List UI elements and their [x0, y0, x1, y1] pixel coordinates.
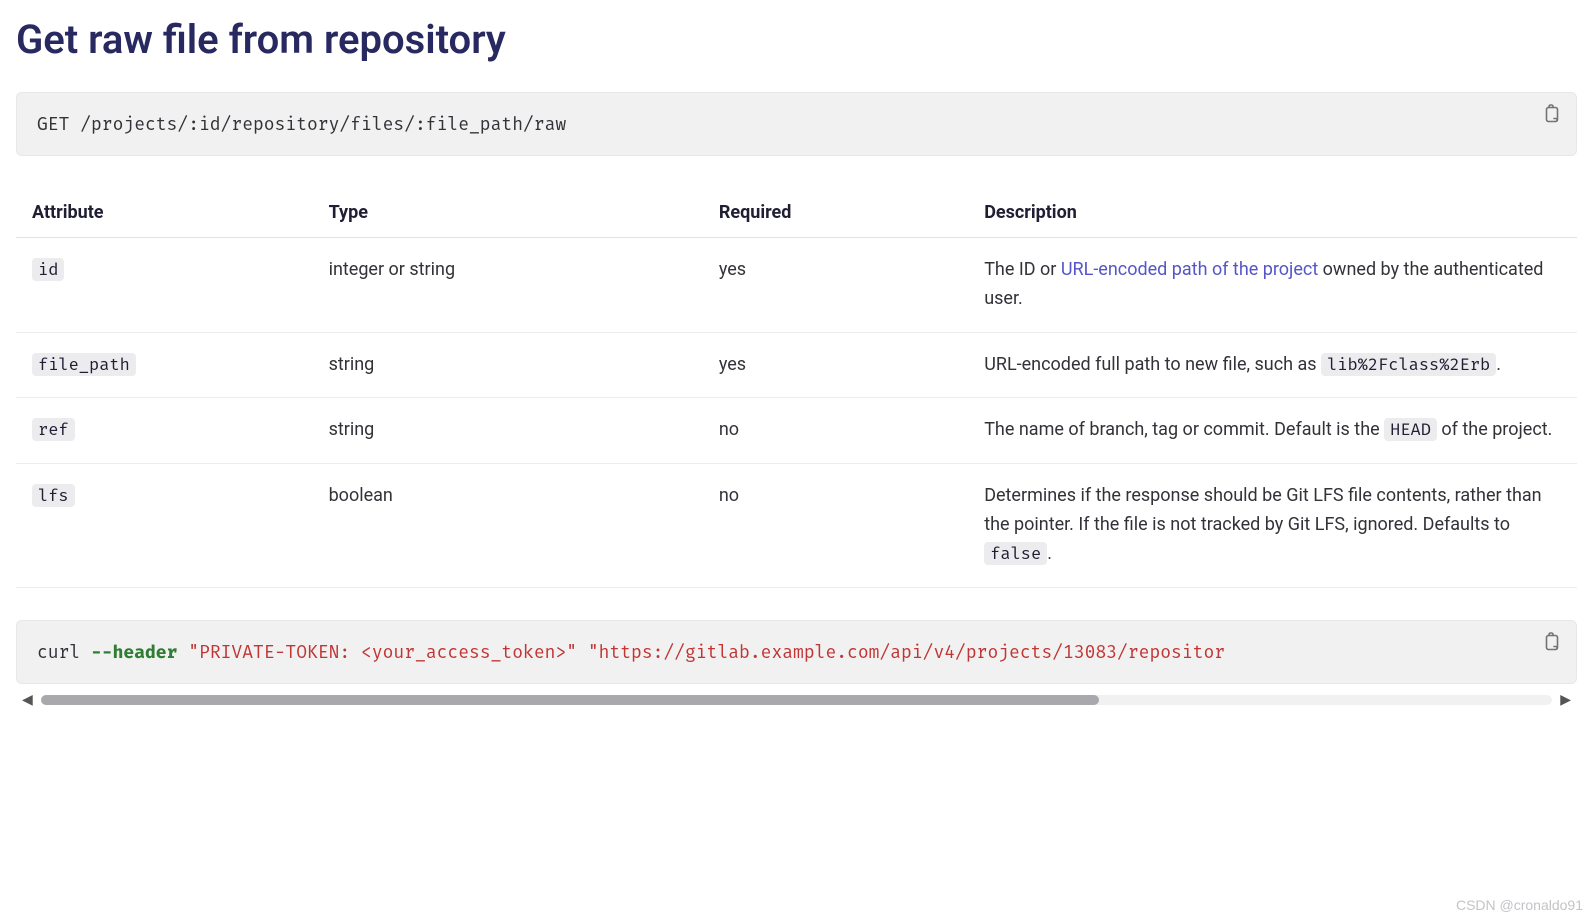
cell-type: string: [313, 332, 703, 398]
cell-description: URL-encoded full path to new file, such …: [968, 332, 1577, 398]
scroll-track[interactable]: [41, 695, 1552, 705]
parameters-table: Attribute Type Required Description id i…: [16, 188, 1577, 588]
scroll-thumb[interactable]: [41, 695, 1099, 705]
header-attribute: Attribute: [16, 188, 313, 238]
desc-code: false: [984, 542, 1047, 565]
desc-code: lib%2Fclass%2Erb: [1321, 353, 1496, 376]
attr-code: lfs: [32, 484, 75, 507]
horizontal-scrollbar[interactable]: ◀ ▶: [16, 692, 1577, 714]
attr-code: ref: [32, 418, 75, 441]
attr-code: id: [32, 258, 64, 281]
curl-code-block: curl --header "PRIVATE-TOKEN: <your_acce…: [16, 620, 1577, 684]
header-required: Required: [703, 188, 968, 238]
cell-description: Determines if the response should be Git…: [968, 464, 1577, 587]
scroll-left-icon: ◀: [22, 692, 33, 708]
url-encoded-path-link[interactable]: URL-encoded path of the project: [1061, 259, 1318, 280]
copy-curl-button[interactable]: [1540, 631, 1562, 653]
endpoint-code-block: GET /projects/:id/repository/files/:file…: [16, 92, 1577, 156]
cell-description: The name of branch, tag or commit. Defau…: [968, 398, 1577, 464]
cell-required: yes: [703, 238, 968, 333]
table-row: id integer or string yes The ID or URL-e…: [16, 238, 1577, 333]
table-row: file_path string yes URL-encoded full pa…: [16, 332, 1577, 398]
clipboard-icon: [1542, 104, 1560, 124]
endpoint-code: GET /projects/:id/repository/files/:file…: [37, 113, 1556, 135]
cell-type: integer or string: [313, 238, 703, 333]
table-row: lfs boolean no Determines if the respons…: [16, 464, 1577, 587]
header-description: Description: [968, 188, 1577, 238]
table-header-row: Attribute Type Required Description: [16, 188, 1577, 238]
cell-description: The ID or URL-encoded path of the projec…: [968, 238, 1577, 333]
header-type: Type: [313, 188, 703, 238]
cell-type: string: [313, 398, 703, 464]
watermark: CSDN @cronaldo91: [1456, 897, 1583, 913]
desc-code: HEAD: [1384, 418, 1437, 441]
cell-required: no: [703, 464, 968, 587]
clipboard-icon: [1542, 632, 1560, 652]
copy-endpoint-button[interactable]: [1540, 103, 1562, 125]
cell-required: yes: [703, 332, 968, 398]
table-row: ref string no The name of branch, tag or…: [16, 398, 1577, 464]
page-title: Get raw file from repository: [16, 16, 1577, 64]
attr-code: file_path: [32, 353, 136, 376]
scroll-right-icon: ▶: [1560, 692, 1571, 708]
curl-code: curl --header "PRIVATE-TOKEN: <your_acce…: [37, 641, 1556, 663]
cell-type: boolean: [313, 464, 703, 587]
cell-required: no: [703, 398, 968, 464]
